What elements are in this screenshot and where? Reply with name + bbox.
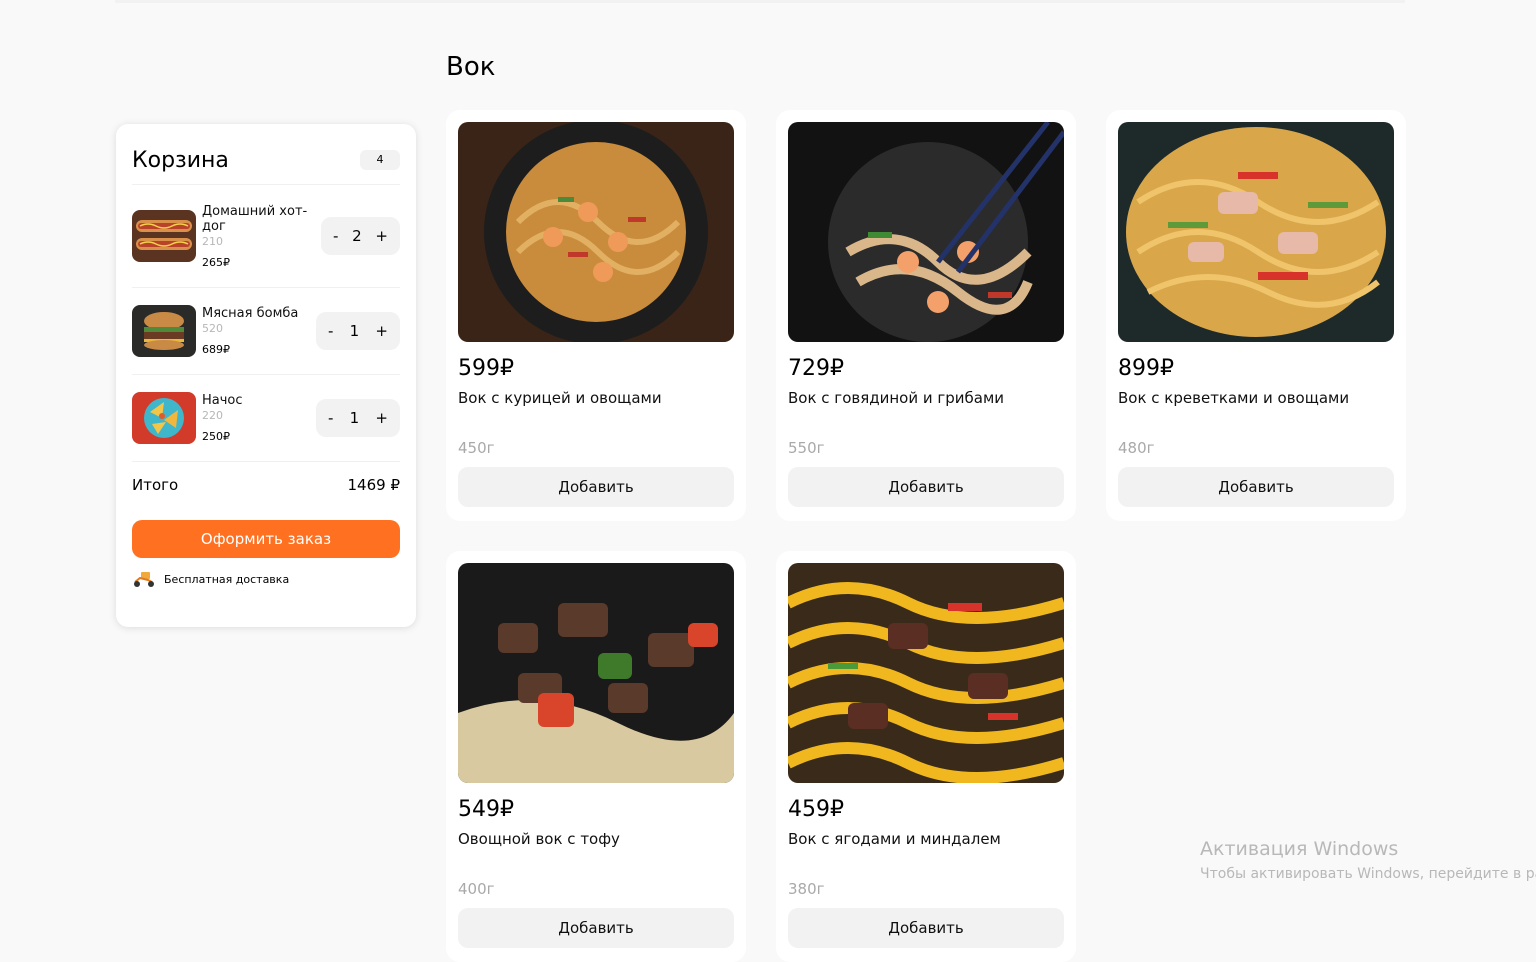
add-to-cart-button[interactable]: Добавить — [788, 908, 1064, 948]
cart-title: Корзина — [132, 147, 229, 173]
watermark-subtitle: Чтобы активировать Windows, перейдите в … — [1200, 866, 1536, 882]
cart-item-info: Мясная бомба 520 689₽ — [196, 306, 316, 356]
cart-item: Начос 220 250₽ - 1 + — [132, 375, 400, 462]
quantity-stepper: - 1 + — [316, 399, 400, 437]
product-name: Вок с говядиной и грибами — [788, 389, 1005, 407]
cart-item-price: 250₽ — [202, 430, 230, 443]
decrease-button[interactable]: - — [328, 322, 333, 340]
product-image — [788, 122, 1064, 342]
cart-item: Мясная бомба 520 689₽ - 1 + — [132, 288, 400, 375]
add-to-cart-button[interactable]: Добавить — [458, 467, 734, 507]
product-weight: 480г — [1118, 439, 1155, 457]
product-name: Вок с ягодами и миндалем — [788, 830, 1001, 848]
decrease-button[interactable]: - — [328, 409, 333, 427]
quantity-value: 1 — [349, 322, 360, 340]
product-price: 549₽ — [458, 797, 514, 822]
product-name: Овощной вок с тофу — [458, 830, 620, 848]
increase-button[interactable]: + — [375, 227, 388, 245]
product-price: 459₽ — [788, 797, 844, 822]
product-card: 459₽ Вок с ягодами и миндалем 380г Добав… — [776, 551, 1076, 962]
product-image — [458, 563, 734, 783]
cart-panel: Корзина 4 Домашний хот-дог 210 265₽ - 2 … — [116, 124, 416, 627]
cart-total: Итого 1469 ₽ — [132, 462, 400, 508]
cart-item-name: Домашний хот-дог — [202, 203, 308, 234]
cart-item-weight: 220 — [202, 409, 223, 422]
product-weight: 400г — [458, 880, 495, 898]
increase-button[interactable]: + — [375, 409, 388, 427]
product-price: 599₽ — [458, 356, 514, 381]
cart-item-image — [132, 210, 196, 262]
cart-item-info: Домашний хот-дог 210 265₽ — [196, 204, 321, 269]
cart-item-image — [132, 392, 196, 444]
watermark-title: Активация Windows — [1200, 838, 1399, 860]
cart-item-weight: 520 — [202, 322, 223, 335]
decrease-button[interactable]: - — [333, 227, 338, 245]
increase-button[interactable]: + — [375, 322, 388, 340]
quantity-value: 2 — [352, 227, 362, 245]
cart-item-name: Мясная бомба — [202, 306, 299, 321]
cart-item-info: Начос 220 250₽ — [196, 393, 316, 443]
quantity-stepper: - 2 + — [321, 217, 400, 255]
add-to-cart-button[interactable]: Добавить — [1118, 467, 1394, 507]
product-price: 729₽ — [788, 356, 844, 381]
cart-item-weight: 210 — [202, 234, 223, 248]
cart-item-price: 265₽ — [202, 255, 230, 269]
windows-activation-watermark: Активация Windows Чтобы активировать Win… — [1200, 838, 1536, 882]
total-value: 1469 ₽ — [347, 476, 401, 494]
add-to-cart-button[interactable]: Добавить — [458, 908, 734, 948]
product-name: Вок с креветками и овощами — [1118, 389, 1350, 407]
cart-item-name: Начос — [202, 393, 243, 408]
top-divider — [115, 0, 1405, 3]
cart-item: Домашний хот-дог 210 265₽ - 2 + — [132, 185, 400, 288]
product-price: 899₽ — [1118, 356, 1174, 381]
product-card: 899₽ Вок с креветками и овощами 480г Доб… — [1106, 110, 1406, 521]
delivery-label: Бесплатная доставка — [164, 572, 290, 586]
total-label: Итого — [132, 476, 179, 494]
cart-item-price: 689₽ — [202, 343, 230, 356]
free-delivery-note: Бесплатная доставка — [132, 570, 400, 588]
cart-item-image — [132, 305, 196, 357]
product-image — [1118, 122, 1394, 342]
checkout-button[interactable]: Оформить заказ — [132, 520, 400, 558]
quantity-stepper: - 1 + — [316, 312, 400, 350]
section-title: Вок — [446, 52, 496, 82]
product-name: Вок с курицей и овощами — [458, 389, 662, 407]
product-image — [458, 122, 734, 342]
product-weight: 550г — [788, 439, 825, 457]
product-card: 729₽ Вок с говядиной и грибами 550г Доба… — [776, 110, 1076, 521]
product-weight: 380г — [788, 880, 825, 898]
product-card: 599₽ Вок с курицей и овощами 450г Добави… — [446, 110, 746, 521]
cart-header: Корзина 4 — [132, 124, 400, 185]
quantity-value: 1 — [349, 409, 360, 427]
cart-count-badge: 4 — [360, 150, 400, 170]
product-image — [788, 563, 1064, 783]
scooter-icon — [132, 570, 156, 588]
product-weight: 450г — [458, 439, 495, 457]
add-to-cart-button[interactable]: Добавить — [788, 467, 1064, 507]
product-card: 549₽ Овощной вок с тофу 400г Добавить — [446, 551, 746, 962]
